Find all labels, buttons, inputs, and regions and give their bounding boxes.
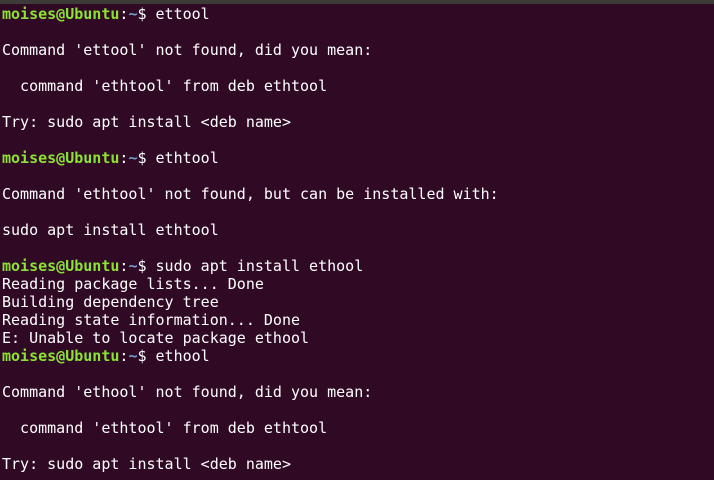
prompt-symbol: $ bbox=[137, 257, 156, 275]
output-line: Command 'ettool' not found, did you mean… bbox=[2, 41, 373, 59]
command-text: ethool bbox=[155, 347, 210, 365]
output-line: Try: sudo apt install <deb name> bbox=[2, 455, 291, 473]
prompt-user: moises@Ubuntu bbox=[2, 347, 120, 365]
output-line: E: Unable to locate package ethool bbox=[2, 329, 310, 347]
prompt-line: moises@Ubuntu:~$ ethool bbox=[2, 347, 714, 365]
prompt-user: moises@Ubuntu bbox=[2, 5, 120, 23]
command-text: ethtool bbox=[155, 149, 219, 167]
prompt-line: moises@Ubuntu:~$ ettool bbox=[2, 5, 714, 23]
prompt-line: moises@Ubuntu:~$ sudo apt install ethool bbox=[2, 257, 714, 275]
prompt-user: moises@Ubuntu bbox=[2, 149, 120, 167]
prompt-symbol: $ bbox=[137, 347, 156, 365]
output-line: sudo apt install ethtool bbox=[2, 221, 219, 239]
window-top-edge bbox=[0, 0, 714, 4]
output-line: Reading package lists... Done bbox=[2, 275, 264, 293]
prompt-symbol: $ bbox=[137, 149, 156, 167]
output-line: Reading state information... Done bbox=[2, 311, 301, 329]
command-text: sudo apt install ethool bbox=[155, 257, 364, 275]
output-line: Command 'ethtool' not found, but can be … bbox=[2, 185, 499, 203]
terminal-window[interactable]: moises@Ubuntu:~$ ettool Command 'ettool' … bbox=[0, 0, 714, 480]
terminal-output[interactable]: moises@Ubuntu:~$ ettool Command 'ettool' … bbox=[2, 5, 714, 473]
prompt-symbol: $ bbox=[137, 5, 156, 23]
output-line: Command 'ethool' not found, did you mean… bbox=[2, 383, 373, 401]
prompt-user: moises@Ubuntu bbox=[2, 257, 120, 275]
output-line: Try: sudo apt install <deb name> bbox=[2, 113, 291, 131]
output-line: command 'ethtool' from deb ethtool bbox=[2, 419, 328, 437]
command-text: ettool bbox=[155, 5, 210, 23]
prompt-line: moises@Ubuntu:~$ ethtool bbox=[2, 149, 714, 167]
output-line: Building dependency tree bbox=[2, 293, 219, 311]
output-line: command 'ethtool' from deb ethtool bbox=[2, 77, 328, 95]
